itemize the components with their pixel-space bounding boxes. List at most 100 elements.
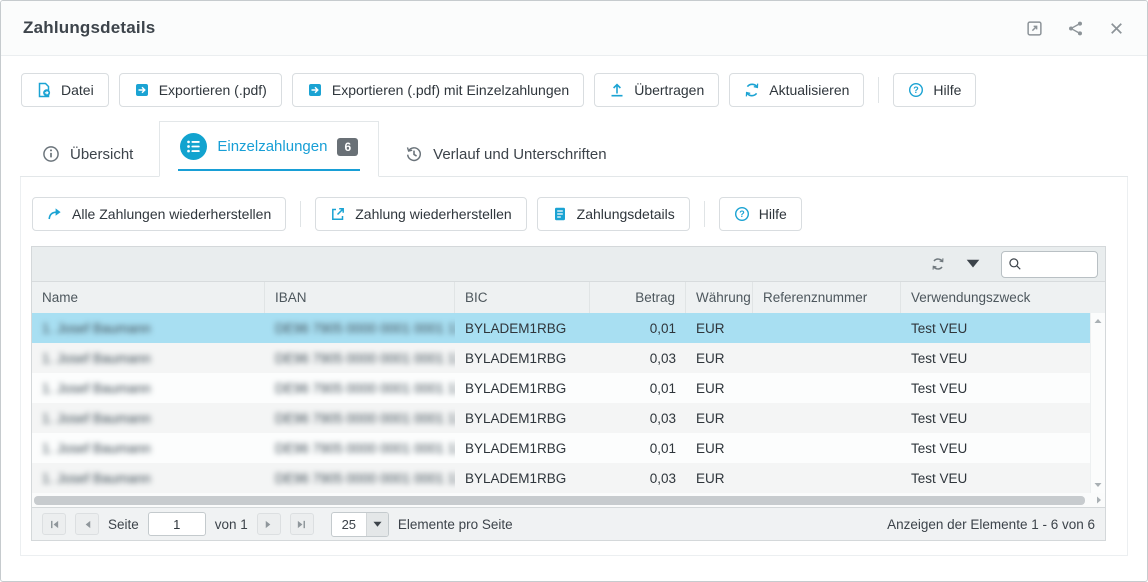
table-row[interactable]: 1. Josef Baumann DE96 7905 0000 0001 000… — [32, 313, 1090, 343]
zahlungsdetails-button[interactable]: Zahlungsdetails — [537, 197, 690, 231]
table-row[interactable]: 1. Josef Baumann DE96 7905 0000 0001 000… — [32, 373, 1090, 403]
zahlungsdetails-label: Zahlungsdetails — [577, 206, 675, 222]
next-page-button[interactable] — [257, 513, 281, 535]
cell-name: 1. Josef Baumann — [32, 343, 265, 373]
titlebar: Zahlungsdetails — [1, 1, 1147, 56]
close-icon[interactable] — [1108, 20, 1125, 37]
restore-payment-icon — [330, 206, 346, 222]
file-icon — [36, 82, 52, 98]
first-page-icon — [49, 519, 60, 530]
scroll-up-icon[interactable] — [1094, 317, 1102, 325]
cell-waehrung: EUR — [686, 373, 753, 403]
tab-strip: Übersicht Einzelzahlungen 6 Verlauf und … — [20, 121, 1128, 177]
hilfe-button-label: Hilfe — [933, 82, 961, 98]
column-header-referenznummer[interactable]: Referenznummer — [753, 282, 901, 313]
cell-bic: BYLADEM1RBG — [455, 433, 590, 463]
history-icon — [405, 145, 423, 163]
page-size-caret — [366, 513, 388, 536]
search-icon — [1008, 257, 1022, 271]
cell-betrag: 0,03 — [590, 463, 686, 493]
export-pdf-button[interactable]: Exportieren (.pdf) — [119, 73, 282, 107]
datei-button-label: Datei — [61, 82, 94, 98]
scroll-down-icon[interactable] — [1094, 481, 1102, 489]
payment-details-icon — [552, 206, 568, 222]
cell-verwendungszweck: Test VEU — [901, 403, 1090, 433]
per-page-label: Elemente pro Seite — [398, 517, 513, 532]
page-size-select[interactable]: 25 — [331, 512, 389, 537]
restore-all-icon — [47, 206, 63, 222]
table-body: 1. Josef Baumann DE96 7905 0000 0001 000… — [32, 313, 1090, 493]
tab-content-panel: Alle Zahlungen wiederherstellen Zahlung … — [20, 177, 1128, 556]
actions-hilfe-button[interactable]: ? Hilfe — [719, 197, 802, 231]
table-row[interactable]: 1. Josef Baumann DE96 7905 0000 0001 000… — [32, 463, 1090, 493]
scroll-right-icon[interactable] — [1095, 496, 1103, 504]
help-icon: ? — [908, 82, 924, 98]
page-size-value: 25 — [332, 513, 366, 536]
pager-summary: Anzeigen der Elemente 1 - 6 von 6 — [887, 517, 1095, 532]
column-header-verwendungszweck[interactable]: Verwendungszweck — [901, 282, 1090, 313]
tab-verlauf-label: Verlauf und Unterschriften — [433, 146, 606, 163]
cell-betrag: 0,03 — [590, 403, 686, 433]
actions-hilfe-label: Hilfe — [759, 206, 787, 222]
last-page-button[interactable] — [290, 513, 314, 535]
page-count-label: von 1 — [215, 517, 248, 532]
hilfe-button[interactable]: ? Hilfe — [893, 73, 976, 107]
export-pdf-einzelzahlungen-button[interactable]: Exportieren (.pdf) mit Einzelzahlungen — [292, 73, 584, 107]
column-header-bic[interactable]: BIC — [455, 282, 590, 313]
export-pdf-einzelzahlungen-button-label: Exportieren (.pdf) mit Einzelzahlungen — [332, 82, 569, 98]
cell-name: 1. Josef Baumann — [32, 403, 265, 433]
first-page-button[interactable] — [42, 513, 66, 535]
cell-iban: DE96 7905 0000 0001 0001 13 — [265, 463, 455, 493]
header-scrollbar-stub — [1090, 282, 1105, 313]
cell-waehrung: EUR — [686, 313, 753, 343]
table-row[interactable]: 1. Josef Baumann DE96 7905 0000 0001 000… — [32, 343, 1090, 373]
horizontal-scrollbar[interactable] — [32, 493, 1105, 507]
column-header-iban[interactable]: IBAN — [265, 282, 455, 313]
column-header-waehrung[interactable]: Währung — [686, 282, 753, 313]
cell-bic: BYLADEM1RBG — [455, 313, 590, 343]
page-number-input[interactable] — [148, 512, 206, 536]
cell-bic: BYLADEM1RBG — [455, 373, 590, 403]
column-header-name[interactable]: Name — [32, 282, 265, 313]
popout-icon[interactable] — [1026, 20, 1043, 37]
paging-toolbar: Seite von 1 25 Elemente pro Seite Anzeig… — [32, 507, 1105, 540]
horizontal-scrollbar-thumb[interactable] — [34, 496, 1085, 505]
aktualisieren-button[interactable]: Aktualisieren — [729, 73, 864, 107]
upload-icon — [609, 82, 625, 98]
uebertragen-button[interactable]: Übertragen — [594, 73, 719, 107]
cell-verwendungszweck: Test VEU — [901, 433, 1090, 463]
cell-betrag: 0,01 — [590, 433, 686, 463]
cell-verwendungszweck: Test VEU — [901, 463, 1090, 493]
cell-bic: BYLADEM1RBG — [455, 463, 590, 493]
last-page-icon — [296, 519, 307, 530]
cell-name: 1. Josef Baumann — [32, 373, 265, 403]
svg-text:?: ? — [739, 209, 745, 219]
tab-uebersicht[interactable]: Übersicht — [22, 134, 153, 176]
tab-verlauf-und-unterschriften[interactable]: Verlauf und Unterschriften — [385, 134, 626, 176]
datei-button[interactable]: Datei — [21, 73, 109, 107]
alle-zahlungen-wiederherstellen-button[interactable]: Alle Zahlungen wiederherstellen — [32, 197, 286, 231]
tab-einzelzahlungen[interactable]: Einzelzahlungen 6 — [159, 121, 379, 177]
toolbar-separator — [878, 77, 879, 103]
seite-label: Seite — [108, 517, 139, 532]
cell-name: 1. Josef Baumann — [32, 433, 265, 463]
cell-bic: BYLADEM1RBG — [455, 343, 590, 373]
refresh-icon — [744, 82, 760, 98]
cell-waehrung: EUR — [686, 463, 753, 493]
cell-referenznummer — [753, 403, 901, 433]
grid-refresh-button[interactable] — [922, 251, 954, 277]
uebertragen-button-label: Übertragen — [634, 82, 704, 98]
cell-verwendungszweck: Test VEU — [901, 343, 1090, 373]
table-row[interactable]: 1. Josef Baumann DE96 7905 0000 0001 000… — [32, 433, 1090, 463]
grid-menu-button[interactable] — [957, 251, 989, 277]
info-icon — [42, 145, 60, 163]
zahlung-wiederherstellen-button[interactable]: Zahlung wiederherstellen — [315, 197, 526, 231]
column-header-betrag[interactable]: Betrag — [590, 282, 686, 313]
table-row[interactable]: 1. Josef Baumann DE96 7905 0000 0001 000… — [32, 403, 1090, 433]
cell-name: 1. Josef Baumann — [32, 313, 265, 343]
export-pdf-icon — [134, 82, 150, 98]
share-icon[interactable] — [1067, 20, 1084, 37]
list-icon — [180, 133, 207, 160]
prev-page-button[interactable] — [75, 513, 99, 535]
vertical-scrollbar[interactable] — [1090, 313, 1105, 493]
